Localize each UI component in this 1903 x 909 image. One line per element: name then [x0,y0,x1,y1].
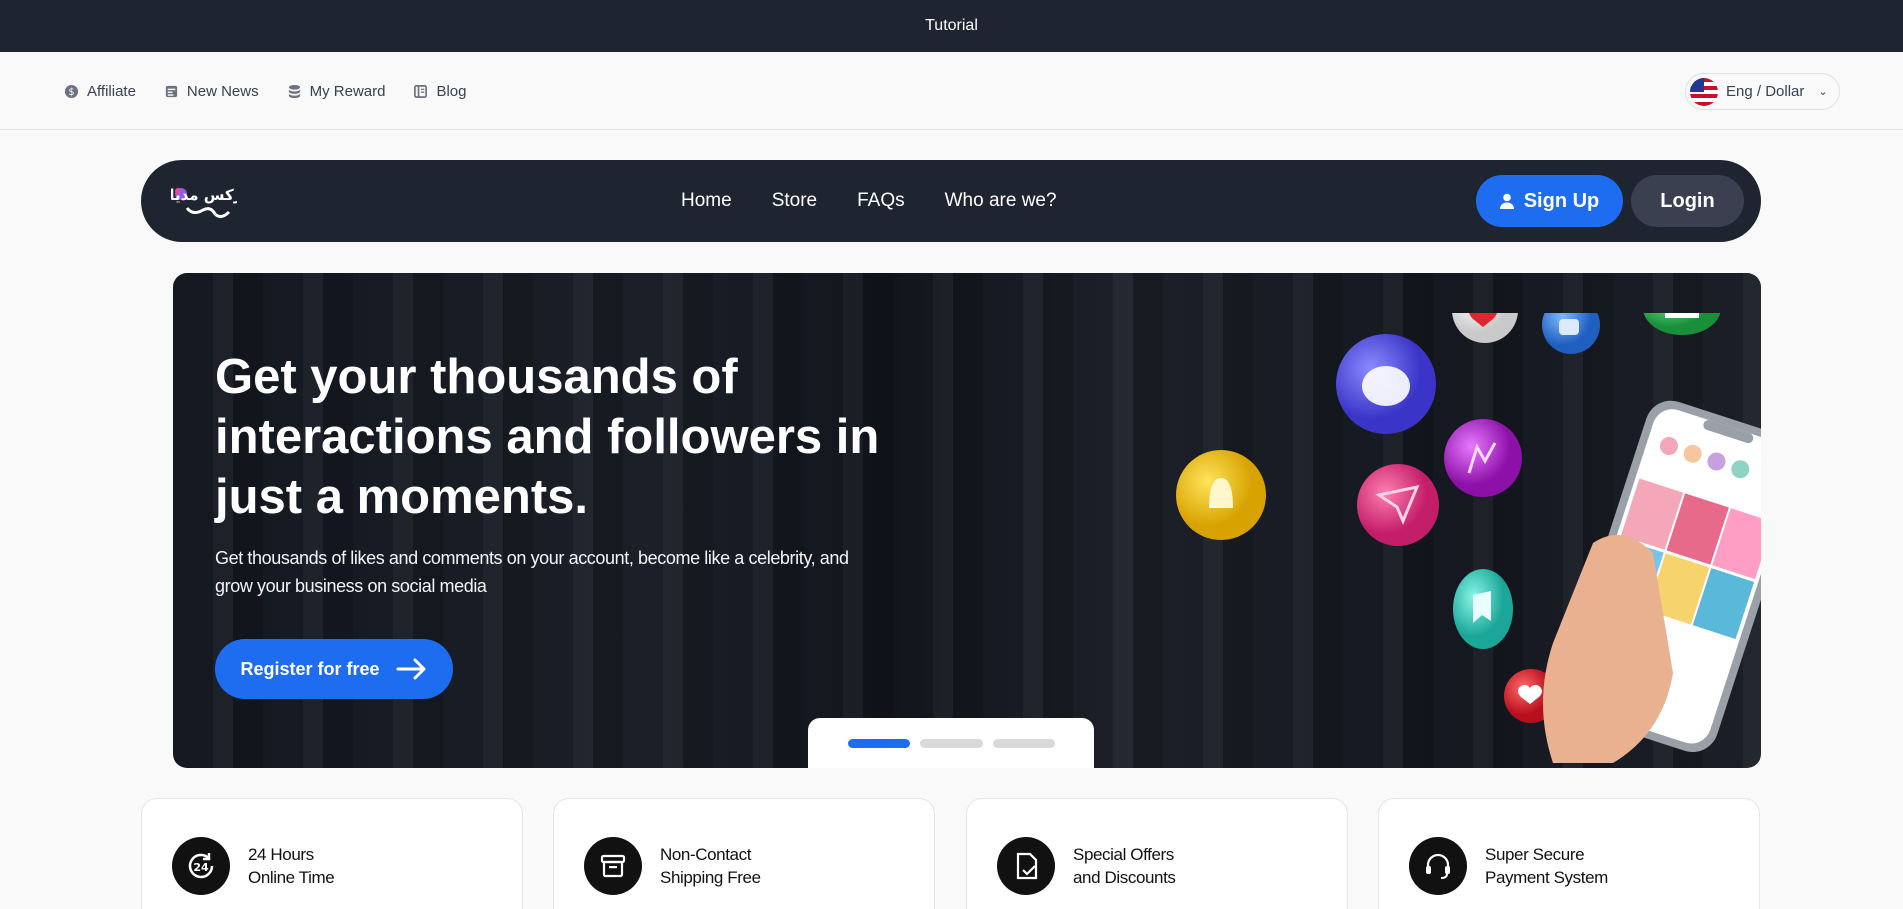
login-label: Login [1660,189,1715,212]
carousel-dot-2[interactable] [920,739,983,748]
feature-text: 24 Hours Online Time [248,843,335,889]
register-label: Register for free [240,658,380,679]
tutorial-link[interactable]: Tutorial [925,17,978,35]
language-currency-selector[interactable]: Eng / Dollar ⌄ [1685,73,1840,110]
logo-text: ترکس مدیا [171,186,237,204]
feature-text: Special Offers and Discounts [1073,843,1176,889]
feature-text: Non-Contact Shipping Free [660,843,761,889]
hero-subtitle: Get thousands of likes and comments on y… [215,548,849,596]
nav-who-are-we[interactable]: Who are we? [945,190,1057,212]
svg-text:$: $ [69,86,75,97]
subnav-item-blog[interactable]: Blog [413,82,467,100]
feature-line-1: Super Secure [1485,845,1585,864]
box-icon [584,837,642,895]
feature-text: Super Secure Payment System [1485,843,1608,889]
logo-mark: ترکس مدیا [169,186,249,219]
feature-card-online-time: 24 24 Hours Online Time [141,798,523,909]
feature-card-offers: Special Offers and Discounts [966,798,1348,909]
chevron-down-icon: ⌄ [1818,86,1828,98]
feature-card-payment: Super Secure Payment System [1378,798,1760,909]
us-flag-icon [1690,77,1718,106]
top-announcement-bar: Tutorial [0,0,1903,52]
main-navbar: ترکس مدیا Home Store FAQs Who are we? Si… [141,160,1761,242]
svg-text:24: 24 [193,861,209,874]
nav-store[interactable]: Store [772,190,817,212]
hero-banner: Get your thousands of interactions and f… [173,273,1761,768]
discount-document-icon [997,837,1055,895]
arrow-right-icon [396,658,426,680]
subnav-item-affiliate[interactable]: $ Affiliate [64,83,136,100]
site-logo[interactable]: ترکس مدیا [169,182,249,222]
register-button[interactable]: Register for free [215,639,453,699]
feature-card-shipping: Non-Contact Shipping Free [553,798,935,909]
carousel-dot-1[interactable] [848,739,910,748]
sign-up-label: Sign Up [1523,189,1600,212]
user-icon [1499,193,1514,209]
subnav-item-label: Blog [436,82,467,100]
subnav-item-label: Affiliate [87,82,136,100]
language-currency-label: Eng / Dollar [1726,83,1805,100]
feature-line-2: Payment System [1485,868,1608,887]
feature-line-2: Shipping Free [660,868,761,887]
social-media-illustration [1176,313,1761,763]
feature-line-2: and Discounts [1073,868,1176,887]
carousel-indicators [808,718,1094,768]
login-button[interactable]: Login [1631,175,1744,227]
subnav-item-label: My Reward [309,82,386,100]
database-icon [288,84,300,98]
secondary-nav: $ Affiliate New News My Reward Blog [0,52,1903,130]
book-icon [414,84,428,98]
headset-icon [1409,837,1467,895]
nav-home[interactable]: Home [681,190,732,212]
feature-line-1: 24 Hours [248,845,314,864]
feature-line-1: Non-Contact [660,845,752,864]
newspaper-icon [165,85,178,97]
hero-title: Get your thousands of interactions and f… [215,350,880,524]
nav-faqs[interactable]: FAQs [857,190,905,212]
subnav-item-label: New News [186,82,259,100]
carousel-dot-3[interactable] [993,739,1055,748]
feature-line-2: Online Time [248,868,335,887]
send-icon [1357,464,1439,546]
subnav-item-my-reward[interactable]: My Reward [287,82,386,100]
subnav-item-new-news[interactable]: New News [164,83,259,100]
dollar-coin-icon: $ [64,84,79,98]
24-hours-icon: 24 [172,837,230,895]
sign-up-button[interactable]: Sign Up [1476,175,1623,227]
feature-line-1: Special Offers [1073,845,1174,864]
